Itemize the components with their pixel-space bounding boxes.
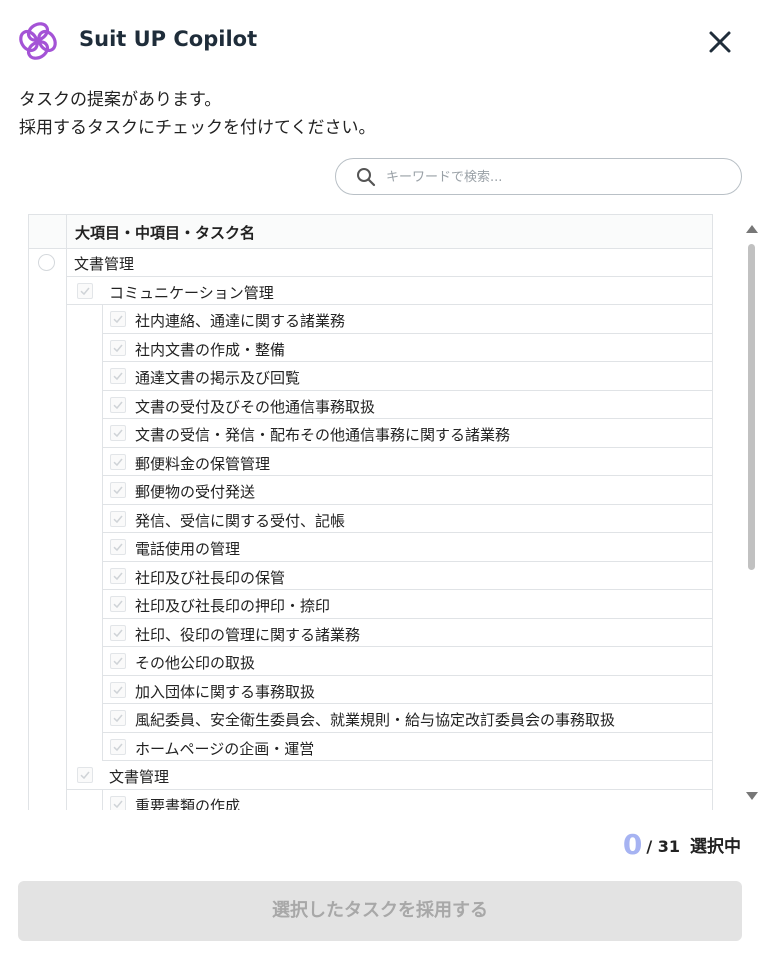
table-header: 大項目・中項目・タスク名 [28, 214, 713, 249]
search-icon [357, 168, 376, 187]
scrollbar[interactable] [742, 222, 760, 806]
subcategory-row[interactable]: コミュニケーション管理 [67, 276, 713, 305]
category-label: 文書管理 [74, 255, 135, 273]
task-row[interactable]: 社内文書の作成・整備 [102, 333, 713, 362]
search-input[interactable] [386, 164, 726, 190]
task-checkbox[interactable] [110, 710, 126, 726]
search-box [335, 158, 742, 195]
selection-suffix: 選択中 [690, 837, 741, 857]
total-count: / 31 [646, 837, 680, 856]
task-label: ホームページの企画・運営 [135, 739, 315, 758]
intro-line-1: タスクの提案があります。 [19, 90, 222, 110]
task-row[interactable]: 電話使用の管理 [102, 533, 713, 562]
task-label: 社内連絡、通達に関する諸業務 [135, 312, 346, 330]
subcategory-label: コミュニケーション管理 [109, 283, 274, 302]
task-checkbox[interactable] [110, 453, 126, 470]
task-checkbox[interactable] [110, 681, 126, 698]
task-checkbox[interactable] [110, 653, 126, 669]
task-label: その他公印の取扱 [135, 654, 256, 672]
close-icon[interactable] [704, 26, 736, 58]
subcategory-indent-column [67, 305, 103, 761]
task-row[interactable]: その他公印の取扱 [102, 647, 713, 676]
task-label: 発信、受信に関する受付、記帳 [135, 511, 346, 530]
scroll-up-arrow-icon[interactable] [746, 225, 758, 233]
task-label: 風紀委員、安全衛生委員会、就業規則・給与協定改訂委員会の事務取扱 [135, 711, 616, 729]
task-checkbox[interactable] [110, 795, 126, 810]
task-row[interactable]: 重要書類の作成 [102, 789, 713, 811]
task-label: 文書の受信・発信・配布その他通信事務に関する諸業務 [135, 426, 511, 444]
task-row[interactable]: 発信、受信に関する受付、記帳 [102, 504, 713, 533]
task-label: 社印及び社長印の保管 [135, 568, 286, 587]
task-label: 郵便料金の保管管理 [135, 454, 271, 473]
task-label: 電話使用の管理 [135, 540, 241, 558]
subcategory-row[interactable]: 文書管理 [67, 761, 713, 790]
task-checkbox[interactable] [110, 311, 126, 327]
task-row[interactable]: 文書の受付及びその他通信事務取扱 [102, 390, 713, 419]
task-checkbox[interactable] [110, 368, 126, 384]
intro-message: タスクの提案があります。 採用するタスクにチェックを付けてください。 [19, 86, 376, 142]
task-checkbox[interactable] [110, 567, 126, 584]
task-checkbox[interactable] [110, 738, 126, 755]
scroll-down-arrow-icon[interactable] [746, 792, 758, 800]
task-row[interactable]: 通達文書の掲示及び回覧 [102, 362, 713, 391]
task-checkbox[interactable] [110, 539, 126, 555]
subcategory-label: 文書管理 [109, 768, 170, 786]
task-checkbox[interactable] [110, 596, 126, 612]
select-column [28, 248, 67, 810]
select-column-header [29, 215, 67, 248]
adopt-tasks-button[interactable]: 選択したタスクを採用する [18, 881, 742, 941]
header: Suit UP Copilot [0, 0, 760, 80]
task-row[interactable]: 社内連絡、通達に関する諸業務 [102, 305, 713, 334]
task-label: 重要書類の作成 [135, 796, 241, 811]
scroll-thumb[interactable] [748, 244, 755, 570]
suit-up-logo-icon [19, 22, 57, 60]
subcategory-checkbox[interactable] [77, 767, 93, 783]
category-row[interactable]: 文書管理 [67, 248, 713, 277]
task-row[interactable]: 社印及び社長印の保管 [102, 561, 713, 590]
task-label: 社印、役印の管理に関する諸業務 [135, 625, 361, 644]
subcategory-indent-column [67, 789, 103, 810]
app-title: Suit UP Copilot [79, 27, 258, 51]
task-row[interactable]: 風紀委員、安全衛生委員会、就業規則・給与協定改訂委員会の事務取扱 [102, 704, 713, 733]
task-label: 郵便物の受付発送 [135, 483, 256, 501]
task-label: 通達文書の掲示及び回覧 [135, 369, 301, 387]
name-column-header: 大項目・中項目・タスク名 [75, 224, 256, 242]
intro-line-2: 採用するタスクにチェックを付けてください。 [19, 118, 376, 138]
selection-counter: 0/ 31 選択中 [623, 828, 741, 861]
task-checkbox[interactable] [110, 396, 126, 413]
task-table: 大項目・中項目・タスク名 文書管理 コミュニケーション管理 社内連絡、通達に関する諸… [28, 214, 714, 810]
task-row[interactable]: 加入団体に関する事務取扱 [102, 675, 713, 704]
task-row[interactable]: 文書の受信・発信・配布その他通信事務に関する諸業務 [102, 419, 713, 448]
task-checkbox[interactable] [110, 482, 126, 498]
task-checkbox[interactable] [110, 339, 126, 356]
subcategory-checkbox[interactable] [77, 282, 93, 299]
task-checkbox[interactable] [110, 624, 126, 641]
task-label: 文書の受付及びその他通信事務取扱 [135, 397, 376, 416]
task-label: 加入団体に関する事務取扱 [135, 682, 316, 701]
task-row[interactable]: 郵便料金の保管管理 [102, 447, 713, 476]
task-row[interactable]: 社印及び社長印の押印・捺印 [102, 590, 713, 619]
task-row[interactable]: 郵便物の受付発送 [102, 476, 713, 505]
category-radio[interactable] [38, 254, 55, 271]
task-label: 社印及び社長印の押印・捺印 [135, 597, 331, 615]
task-checkbox[interactable] [110, 425, 126, 441]
task-label: 社内文書の作成・整備 [135, 340, 286, 359]
task-row[interactable]: ホームページの企画・運営 [102, 732, 713, 761]
selected-count: 0 [622, 828, 643, 861]
task-checkbox[interactable] [110, 510, 126, 527]
task-row[interactable]: 社印、役印の管理に関する諸業務 [102, 618, 713, 647]
